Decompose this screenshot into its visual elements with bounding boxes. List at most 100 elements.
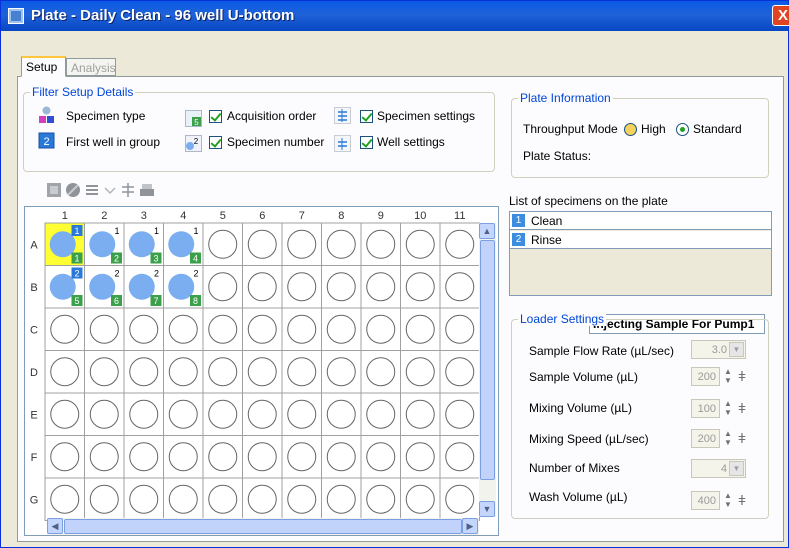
scroll-up-icon[interactable]: ▲ (479, 223, 495, 239)
well-empty[interactable] (445, 399, 475, 429)
well-empty[interactable] (405, 229, 435, 259)
dropdown-arrow-icon[interactable] (102, 182, 118, 198)
well-empty[interactable] (405, 399, 435, 429)
well-empty[interactable] (50, 314, 80, 344)
scroll-down-icon[interactable]: ▼ (479, 501, 495, 517)
well-empty[interactable] (208, 399, 238, 429)
well-empty[interactable] (445, 314, 475, 344)
well-empty[interactable] (247, 484, 277, 514)
well-empty[interactable] (89, 442, 119, 472)
well-settings-checkbox[interactable] (360, 136, 373, 149)
plate-wells-svg[interactable]: 1 2 3 4 5 6 7 8 9 10 11A11121314B25262728CDEFG (25, 207, 499, 536)
well-empty[interactable] (129, 484, 159, 514)
well-empty[interactable] (50, 399, 80, 429)
well-empty[interactable] (247, 442, 277, 472)
well-empty[interactable] (287, 272, 317, 302)
chevron-down-icon[interactable]: ▼ (729, 342, 744, 357)
throughput-standard-radio[interactable] (676, 123, 689, 136)
well-empty[interactable] (89, 399, 119, 429)
pin-icon[interactable]: ǂ (737, 430, 747, 447)
scroll-right-icon[interactable]: ▶ (462, 518, 478, 534)
well-empty[interactable] (287, 399, 317, 429)
mixing-volume-stepper[interactable]: 100 ▲ ▼ ǂ (691, 399, 750, 418)
specimen-settings-checkbox[interactable] (360, 110, 373, 123)
tab-setup[interactable]: Setup (21, 56, 66, 77)
well-empty[interactable] (287, 357, 317, 387)
well-empty[interactable] (366, 229, 396, 259)
chevron-down-icon[interactable]: ▼ (729, 461, 744, 476)
well-empty[interactable] (168, 399, 198, 429)
well-empty[interactable] (89, 314, 119, 344)
well-empty[interactable] (208, 314, 238, 344)
well-empty[interactable] (247, 272, 277, 302)
well-empty[interactable] (405, 272, 435, 302)
well-empty[interactable] (405, 357, 435, 387)
well-empty[interactable] (247, 314, 277, 344)
well-empty[interactable] (129, 442, 159, 472)
well-empty[interactable] (445, 229, 475, 259)
well-empty[interactable] (208, 272, 238, 302)
well-empty[interactable] (366, 399, 396, 429)
vertical-scroll-thumb[interactable] (480, 240, 495, 480)
well-empty[interactable] (208, 442, 238, 472)
clear-wells-icon[interactable] (65, 182, 81, 198)
spin-arrows-icon[interactable]: ▲ ▼ (722, 399, 734, 418)
select-wells-icon[interactable] (46, 182, 62, 198)
well-empty[interactable] (326, 229, 356, 259)
pin-icon[interactable]: ǂ (737, 368, 747, 385)
pin-icon[interactable]: ǂ (737, 400, 747, 417)
well-empty[interactable] (208, 357, 238, 387)
well-empty[interactable] (287, 229, 317, 259)
specimen-number-checkbox[interactable] (209, 136, 222, 149)
spin-arrows-icon[interactable]: ▲ ▼ (722, 491, 734, 510)
stack-icon[interactable] (84, 182, 100, 198)
pin-icon[interactable]: ǂ (737, 492, 747, 509)
tab-analysis[interactable]: Analysis (66, 58, 116, 76)
well-empty[interactable] (326, 357, 356, 387)
well-empty[interactable] (366, 314, 396, 344)
well-empty[interactable] (366, 357, 396, 387)
well-empty[interactable] (168, 442, 198, 472)
well-empty[interactable] (89, 357, 119, 387)
well-empty[interactable] (129, 314, 159, 344)
throughput-high-radio[interactable] (624, 123, 637, 136)
list-item[interactable]: 1 Clean (510, 212, 771, 230)
well-empty[interactable] (208, 229, 238, 259)
mixing-speed-stepper[interactable]: 200 ▲ ▼ ǂ (691, 429, 750, 448)
well-empty[interactable] (208, 484, 238, 514)
well-empty[interactable] (405, 484, 435, 514)
specimen-list[interactable]: 1 Clean 2 Rinse (509, 211, 772, 296)
well-empty[interactable] (168, 314, 198, 344)
well-empty[interactable] (247, 229, 277, 259)
well-empty[interactable] (50, 357, 80, 387)
spin-arrows-icon[interactable]: ▲ ▼ (722, 429, 734, 448)
title-bar[interactable]: Plate - Daily Clean - 96 well U-bottom X (1, 1, 789, 31)
acquisition-order-checkbox[interactable] (209, 110, 222, 123)
well-empty[interactable] (89, 484, 119, 514)
grid-horizontal-scrollbar[interactable]: ◀ ▶ (47, 518, 479, 535)
well-empty[interactable] (50, 484, 80, 514)
well-empty[interactable] (405, 314, 435, 344)
number-of-mixes-select[interactable]: 4 ▼ (691, 459, 746, 478)
well-empty[interactable] (326, 484, 356, 514)
flow-rate-select[interactable]: 3.0 ▼ (691, 340, 746, 359)
horizontal-scroll-thumb[interactable] (64, 519, 462, 534)
well-empty[interactable] (405, 442, 435, 472)
grid-vertical-scrollbar[interactable]: ▲ ▼ (479, 223, 496, 517)
well-empty[interactable] (445, 442, 475, 472)
well-empty[interactable] (445, 272, 475, 302)
print-icon[interactable] (139, 182, 155, 198)
well-empty[interactable] (326, 399, 356, 429)
spin-arrows-icon[interactable]: ▲ ▼ (722, 367, 734, 386)
settings-lines-icon[interactable] (120, 182, 136, 198)
wash-volume-stepper[interactable]: 400 ▲ ▼ ǂ (691, 491, 750, 510)
well-empty[interactable] (168, 357, 198, 387)
scroll-left-icon[interactable]: ◀ (47, 518, 63, 534)
close-button[interactable]: X (772, 5, 789, 26)
well-empty[interactable] (326, 272, 356, 302)
well-empty[interactable] (326, 314, 356, 344)
well-empty[interactable] (50, 442, 80, 472)
well-empty[interactable] (366, 484, 396, 514)
well-empty[interactable] (326, 442, 356, 472)
well-empty[interactable] (247, 399, 277, 429)
